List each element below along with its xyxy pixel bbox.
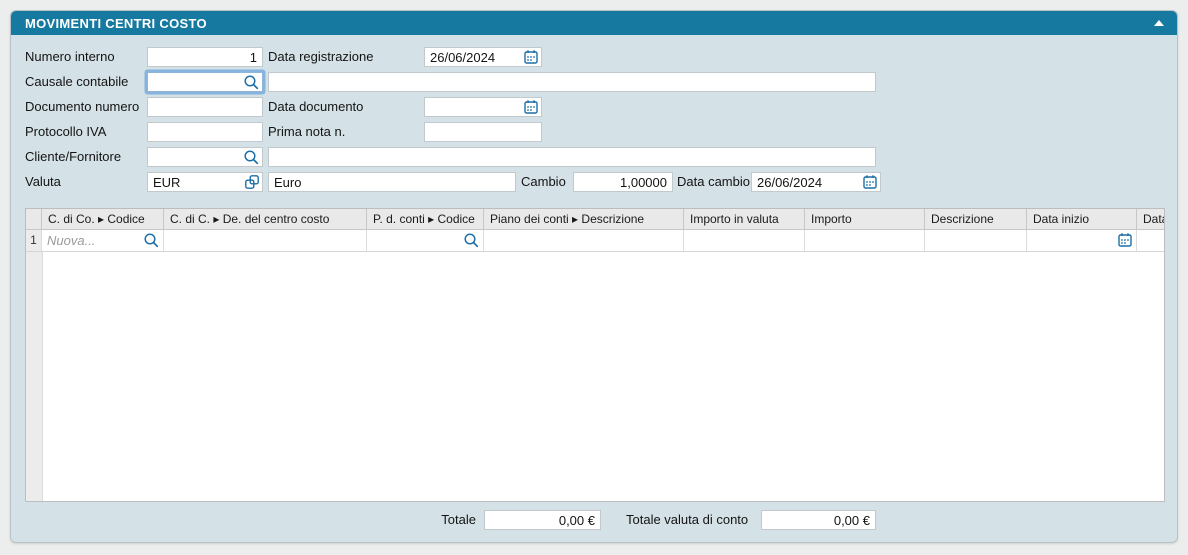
- cell-pdc-descrizione: [484, 230, 684, 252]
- calendar-icon[interactable]: [523, 49, 539, 65]
- valuta-label: Valuta: [25, 172, 61, 192]
- totale-valuta-di-conto-input: [761, 510, 876, 530]
- totale-valuta-di-conto-label: Totale valuta di conto: [626, 510, 748, 530]
- valuta-field: [147, 172, 263, 192]
- column-header-importo-in-valuta[interactable]: Importo in valuta: [684, 209, 805, 230]
- grid-gutter-strip: [26, 252, 43, 501]
- row-number: 1: [26, 230, 42, 252]
- column-header-cdc-codice[interactable]: C. di Co. ▸ Codice: [42, 209, 164, 230]
- cell-descrizione: [925, 230, 1027, 252]
- data-documento-field: [424, 97, 542, 117]
- column-header-data[interactable]: Data: [1137, 209, 1164, 230]
- search-icon[interactable]: [243, 149, 260, 166]
- cell-data-inizio: [1027, 230, 1137, 252]
- collapse-button[interactable]: [1153, 18, 1165, 28]
- prima-nota-input[interactable]: [424, 122, 542, 142]
- documento-numero-label: Documento numero: [25, 97, 139, 117]
- grid-body-empty: [43, 252, 1164, 501]
- data-cambio-field: [751, 172, 881, 192]
- search-icon[interactable]: [463, 232, 480, 249]
- search-icon[interactable]: [143, 232, 160, 249]
- pdc-descrizione-input[interactable]: [484, 230, 683, 251]
- data-registrazione-label: Data registrazione: [268, 47, 374, 67]
- cliente-fornitore-label: Cliente/Fornitore: [25, 147, 121, 167]
- cell-cdc-codice: [42, 230, 164, 252]
- protocollo-iva-input[interactable]: [147, 122, 263, 142]
- prima-nota-label: Prima nota n.: [268, 122, 345, 142]
- protocollo-iva-label: Protocollo IVA: [25, 122, 106, 142]
- data-documento-label: Data documento: [268, 97, 363, 117]
- cliente-fornitore-descrizione-input[interactable]: [268, 147, 876, 167]
- cambio-label: Cambio: [521, 172, 566, 192]
- column-header-pdc-codice[interactable]: P. d. conti ▸ Codice: [367, 209, 484, 230]
- calendar-icon[interactable]: [523, 99, 539, 115]
- chevron-up-icon: [1154, 20, 1164, 26]
- importo-in-valuta-input[interactable]: [684, 230, 804, 251]
- data-registrazione-field: [424, 47, 542, 67]
- cell-importo-in-valuta: [684, 230, 805, 252]
- causale-contabile-label: Causale contabile: [25, 72, 128, 92]
- column-header-data-inizio[interactable]: Data inizio: [1027, 209, 1137, 230]
- panel-titlebar: MOVIMENTI CENTRI COSTO: [11, 11, 1177, 35]
- column-header-descrizione[interactable]: Descrizione: [925, 209, 1027, 230]
- cell-pdc-codice: [367, 230, 484, 252]
- data-input[interactable]: [1137, 230, 1164, 251]
- movimenti-centri-costo-panel: MOVIMENTI CENTRI COSTO Numero interno Da…: [10, 10, 1178, 543]
- grid-header-gutter: [26, 209, 42, 230]
- totale-label: Totale: [391, 510, 476, 530]
- grid-header-row: C. di Co. ▸ Codice C. di C. ▸ De. del ce…: [26, 209, 1164, 230]
- panel-title: MOVIMENTI CENTRI COSTO: [11, 16, 207, 31]
- column-header-importo[interactable]: Importo: [805, 209, 925, 230]
- causale-contabile-field: [147, 72, 263, 92]
- calendar-icon[interactable]: [1117, 232, 1133, 248]
- cell-data: [1137, 230, 1164, 252]
- totale-input: [484, 510, 601, 530]
- calendar-icon[interactable]: [862, 174, 878, 190]
- numero-interno-label: Numero interno: [25, 47, 115, 67]
- movimenti-grid: C. di Co. ▸ Codice C. di C. ▸ De. del ce…: [25, 208, 1165, 502]
- cambio-input[interactable]: [573, 172, 673, 192]
- grid-empty-area: [26, 252, 1164, 501]
- documento-numero-input[interactable]: [147, 97, 263, 117]
- grid-new-row: 1: [26, 230, 1164, 252]
- cell-cdc-descrizione: [164, 230, 367, 252]
- search-icon[interactable]: [243, 74, 260, 91]
- valuta-descrizione-input[interactable]: [268, 172, 516, 192]
- causale-contabile-descrizione-input[interactable]: [268, 72, 876, 92]
- link-icon[interactable]: [244, 174, 260, 190]
- importo-input[interactable]: [805, 230, 924, 251]
- column-header-cdc-descrizione[interactable]: C. di C. ▸ De. del centro costo: [164, 209, 367, 230]
- column-header-pdc-descrizione[interactable]: Piano dei conti ▸ Descrizione: [484, 209, 684, 230]
- data-cambio-label: Data cambio: [677, 172, 750, 192]
- cdc-descrizione-input[interactable]: [164, 230, 366, 251]
- cliente-fornitore-field: [147, 147, 263, 167]
- cell-importo: [805, 230, 925, 252]
- numero-interno-input[interactable]: [147, 47, 263, 67]
- descrizione-input[interactable]: [925, 230, 1026, 251]
